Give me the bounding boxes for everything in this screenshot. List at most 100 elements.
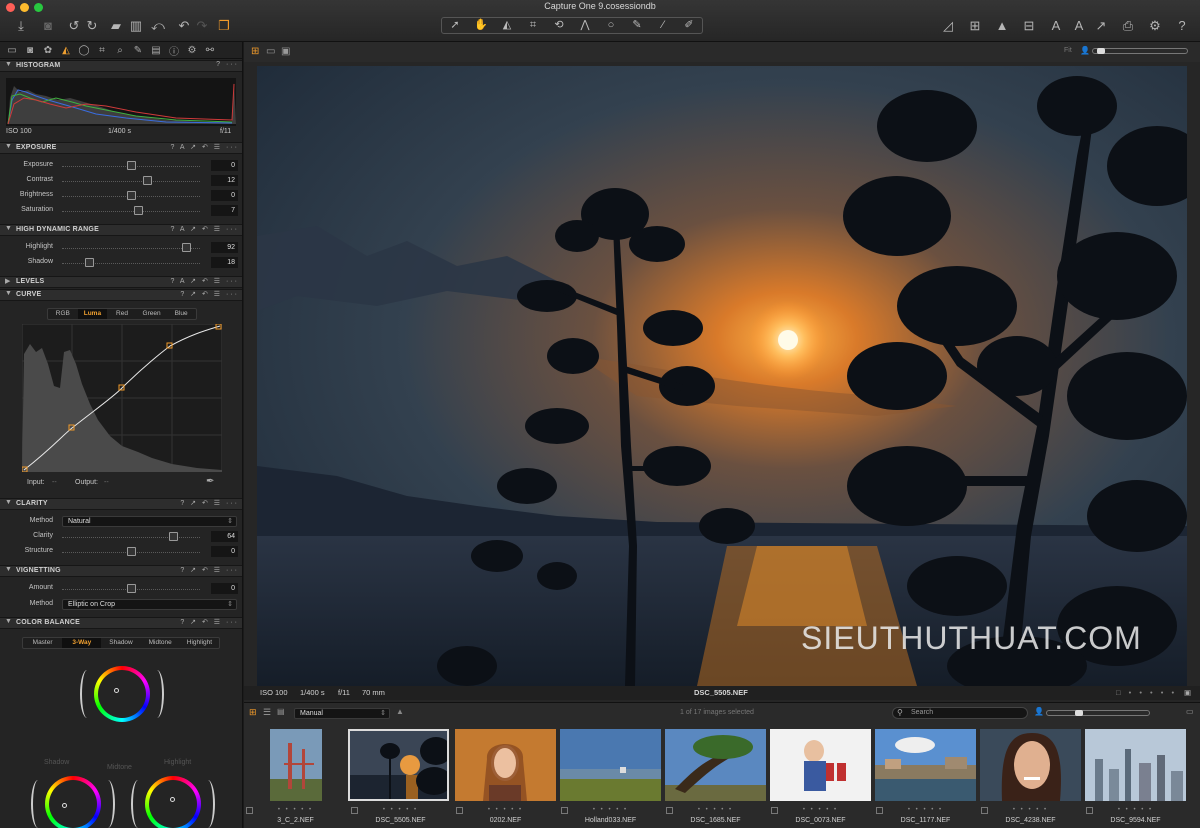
thumbnail-5[interactable] xyxy=(665,729,766,801)
cb-tab-shadow[interactable]: Shadow xyxy=(101,638,140,648)
font-icon[interactable]: A xyxy=(1069,17,1089,35)
hdr-header[interactable]: ▼ HIGH DYNAMIC RANGE? A ↗ ↶ ☰ ··· xyxy=(0,224,242,236)
zoom-slider[interactable] xyxy=(1092,48,1188,54)
thumbnail-rating[interactable]: • • • • • xyxy=(244,807,347,813)
vignetting-header[interactable]: ▼ VIGNETTING? ↗ ↶ ☰ ··· xyxy=(0,565,242,577)
shadow-saturation-arc[interactable] xyxy=(101,780,115,828)
clarity-method-select[interactable]: Natural xyxy=(62,516,237,527)
clarity-slider-knob[interactable] xyxy=(127,547,136,556)
thumbnail-7[interactable] xyxy=(875,729,976,801)
thumbnail-3[interactable] xyxy=(455,729,556,801)
hdr-value[interactable]: 92 xyxy=(211,242,238,253)
curve-tab-blue[interactable]: Blue xyxy=(166,309,196,319)
settings-tab-icon[interactable]: ⚙ xyxy=(185,45,199,56)
hdr-track[interactable] xyxy=(62,248,200,249)
clarity-header[interactable]: ▼ CLARITY? ↗ ↶ ☰ ··· xyxy=(0,498,242,510)
clarity-track[interactable] xyxy=(62,537,200,538)
thumbnail-rating[interactable]: • • • • • xyxy=(349,807,452,813)
exposure-slider-knob[interactable] xyxy=(127,191,136,200)
hdr-slider-knob[interactable] xyxy=(181,243,191,252)
sort-direction-icon[interactable]: ▲ xyxy=(396,707,404,716)
capture-tab-icon[interactable]: ◙ xyxy=(23,45,37,56)
hdr-track[interactable] xyxy=(62,263,200,264)
move-to-folder-icon[interactable]: ▰ xyxy=(106,17,126,35)
exposure-track[interactable] xyxy=(62,181,200,182)
vignetting-amount-value[interactable]: 0 xyxy=(211,583,238,594)
metadata-tab-icon[interactable]: ⓘ xyxy=(167,43,181,58)
cb-tab-highlight[interactable]: Highlight xyxy=(180,638,219,648)
reset-icon[interactable]: ⤺ xyxy=(148,17,168,35)
levels-header[interactable]: ▶ LEVELS? A ↗ ↶ ☰ ··· xyxy=(0,276,242,288)
lens-tab-icon[interactable]: ◯ xyxy=(77,45,91,56)
clarity-value[interactable]: 0 xyxy=(211,546,238,557)
exposure-value[interactable]: 7 xyxy=(211,205,238,216)
multi-view-icon[interactable]: ⊞ xyxy=(251,46,259,57)
curve-picker-icon[interactable]: ✒ xyxy=(206,476,214,487)
curve-tab-red[interactable]: Red xyxy=(107,309,137,319)
grid-icon[interactable]: ⊞ xyxy=(965,17,985,35)
thumbnail-8[interactable] xyxy=(980,729,1081,801)
exposure-tab-icon[interactable]: ◭ xyxy=(59,45,73,56)
keystone-icon[interactable]: ⋀ xyxy=(572,18,598,33)
trash-icon[interactable]: ▥ xyxy=(126,17,146,35)
exposure-slider-knob[interactable] xyxy=(133,206,143,215)
focus-mask-icon[interactable]: ▲ xyxy=(992,17,1012,35)
exposure-value[interactable]: 12 xyxy=(211,175,238,186)
local-adjust-tab-icon[interactable]: ✎ xyxy=(131,45,145,56)
midtone-saturation-arc[interactable] xyxy=(150,670,164,718)
curve-header[interactable]: ▼ CURVE? ↗ ↶ ☰ ··· xyxy=(0,289,242,301)
thumbnail-rating[interactable]: • • • • • xyxy=(1084,807,1187,813)
pan-hand-icon[interactable]: ✋ xyxy=(468,18,494,33)
proofing-icon[interactable]: ⊟ xyxy=(1019,17,1039,35)
library-tab-icon[interactable]: ▭ xyxy=(5,45,19,56)
browser-expand-icon[interactable]: ▭ xyxy=(1186,707,1194,716)
exposure-value[interactable]: 0 xyxy=(211,190,238,201)
shadow-luma-arc[interactable] xyxy=(31,780,45,828)
crop-icon[interactable]: ⌗ xyxy=(520,18,546,33)
highlight-luma-arc[interactable] xyxy=(131,780,145,828)
thumbnail-rating[interactable]: • • • • • xyxy=(874,807,977,813)
curve-graph[interactable] xyxy=(22,324,222,472)
color-balance-header[interactable]: ▼ COLOR BALANCE? ↗ ↶ ☰ ··· xyxy=(0,617,242,629)
redo-icon[interactable]: ↷ xyxy=(192,17,212,35)
shadow-color-wheel[interactable] xyxy=(45,776,101,828)
batch-tab-icon[interactable]: ⚯ xyxy=(203,45,217,56)
main-photo[interactable]: SIEUTHUTHUAT.COM xyxy=(257,66,1187,686)
thumbnail-rating[interactable]: • • • • • xyxy=(664,807,767,813)
arrow-tool-icon[interactable]: ↗ xyxy=(1091,17,1111,35)
rotate-tool-icon[interactable]: ⟲ xyxy=(546,18,572,33)
print-icon[interactable]: ⎙ xyxy=(1118,17,1138,35)
search-field[interactable]: ⚲ Search xyxy=(892,707,1028,719)
thumbnail-rating[interactable]: • • • • • xyxy=(979,807,1082,813)
highlight-saturation-arc[interactable] xyxy=(201,780,215,828)
undo-icon[interactable]: ↶ xyxy=(174,17,194,35)
grid-view-icon[interactable]: ⊞ xyxy=(249,707,257,718)
curve-tab-green[interactable]: Green xyxy=(137,309,167,319)
text-tool-icon[interactable]: A xyxy=(1046,17,1066,35)
thumbnail-9[interactable] xyxy=(1085,729,1186,801)
thumbnail-size-slider[interactable] xyxy=(1046,710,1150,716)
sort-select[interactable]: Manual xyxy=(294,708,390,719)
copy-apply-icon[interactable]: ❐ xyxy=(214,17,234,35)
picker-icon[interactable]: ⁄ xyxy=(650,18,676,33)
hdr-slider-knob[interactable] xyxy=(85,258,95,267)
user-icon[interactable]: 👤 xyxy=(1080,46,1090,55)
exposure-value[interactable]: 0 xyxy=(211,160,238,171)
cb-tab-master[interactable]: Master xyxy=(23,638,62,648)
camera-icon[interactable]: ◙ xyxy=(38,17,58,35)
browser-user-icon[interactable]: 👤 xyxy=(1034,707,1044,716)
curve-tab-luma[interactable]: Luma xyxy=(77,309,108,319)
vignetting-method-select[interactable]: Elliptic on Crop xyxy=(62,599,237,610)
output-tab-icon[interactable]: ▤ xyxy=(149,45,163,56)
annotation-icon[interactable]: ✐ xyxy=(676,18,702,33)
thumbnail-rating[interactable]: • • • • • xyxy=(559,807,662,813)
midtone-luma-arc[interactable] xyxy=(80,670,94,718)
thumbnail-2-selected[interactable] xyxy=(348,729,449,801)
exposure-track[interactable] xyxy=(62,211,200,212)
spot-removal-icon[interactable]: ○ xyxy=(598,18,624,33)
exposure-slider-knob[interactable] xyxy=(127,161,136,170)
list-view-icon[interactable]: ☰ xyxy=(263,707,271,718)
exposure-slider-knob[interactable] xyxy=(142,176,152,185)
rotate-right-icon[interactable]: ↻ xyxy=(82,17,102,35)
viewer-tag-icon[interactable]: ▣ xyxy=(1184,688,1191,697)
